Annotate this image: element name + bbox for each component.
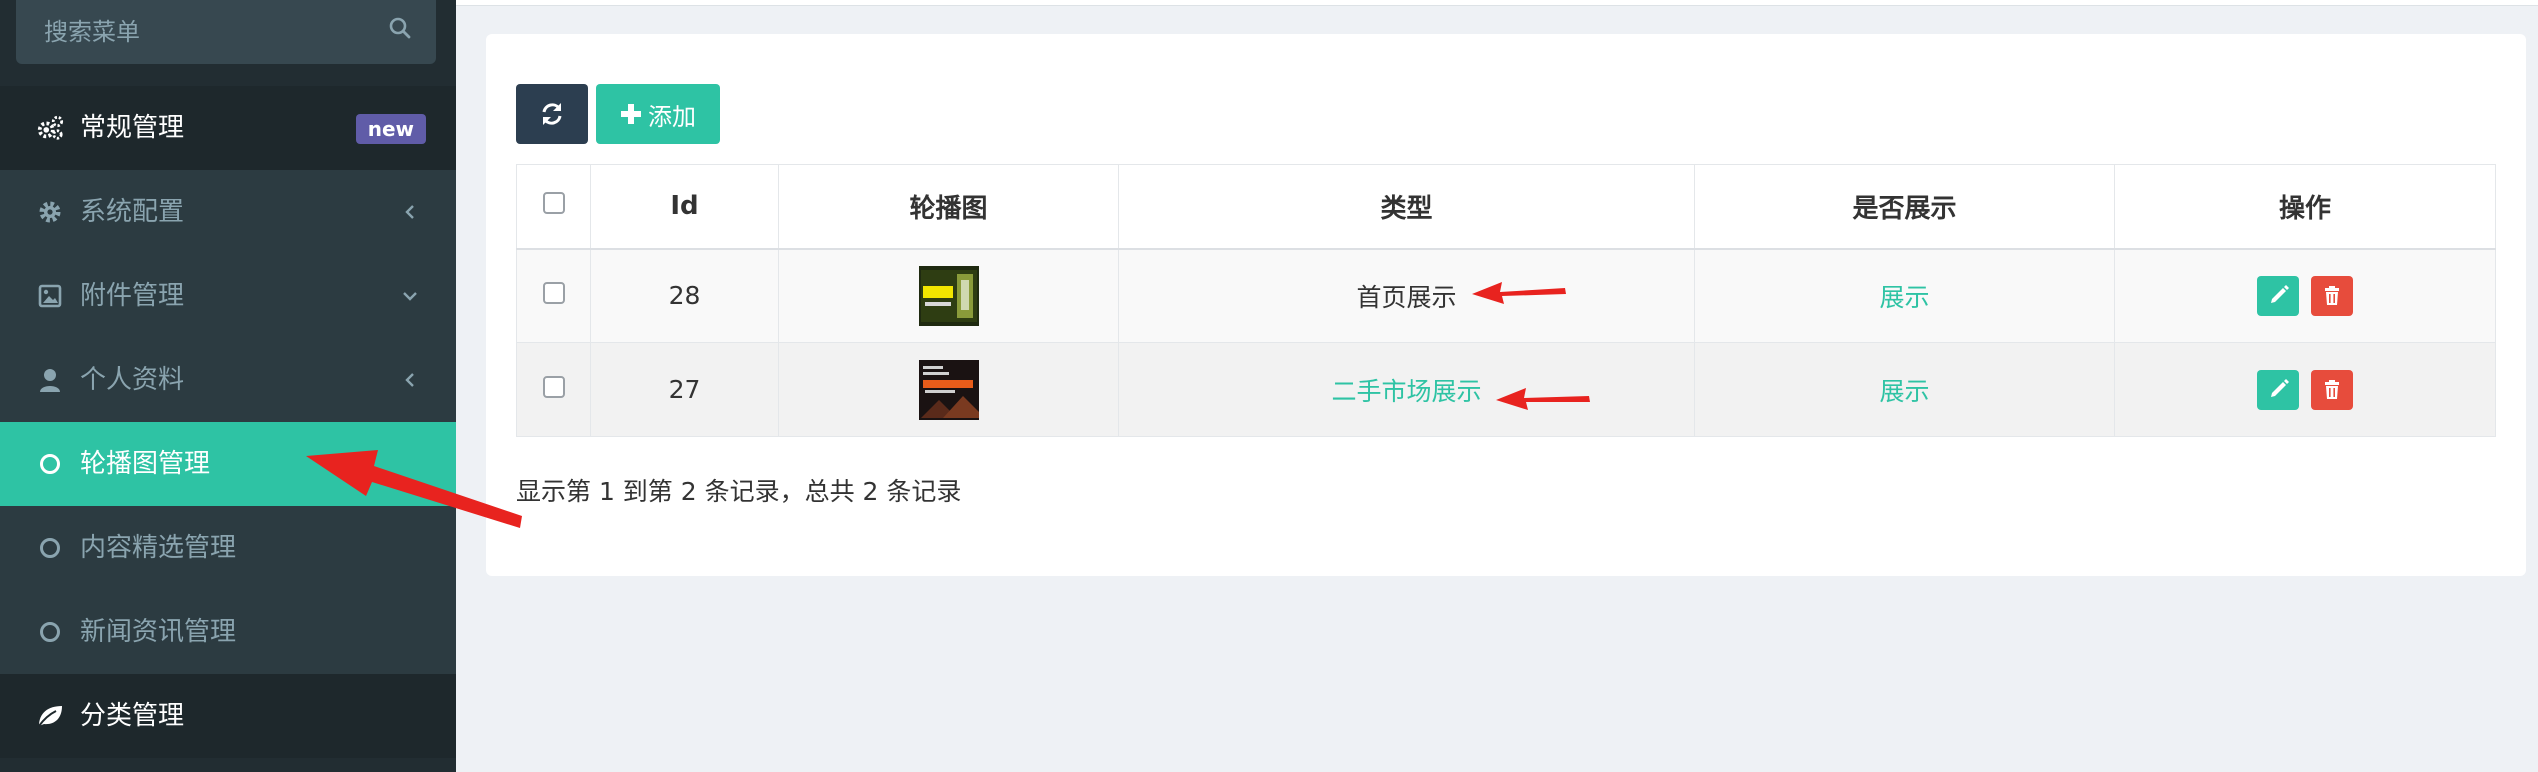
row-display-cell: 展示 [1694,342,2115,437]
row-id: 28 [590,248,779,343]
cogs-icon [36,114,64,142]
sidebar-item-label: 附件管理 [80,281,185,311]
sidebar-item-news[interactable]: 新闻资讯管理 [0,590,456,674]
search-icon[interactable] [388,16,412,40]
row-select-cell [516,248,591,343]
sidebar-item-label: 新闻资讯管理 [80,617,237,647]
row-image-cell [778,248,1119,343]
edit-button[interactable] [2257,369,2300,410]
new-badge: new [355,114,426,144]
pagination-summary: 显示第 1 到第 2 条记录，总共 2 条记录 [516,477,962,506]
chevron-left-icon [405,373,414,387]
add-button-label: 添加 [648,102,696,131]
pencil-icon [2271,284,2290,303]
delete-button[interactable] [2310,369,2353,410]
column-header-type: 类型 [1118,164,1695,250]
row-type-text: 二手市场展示 [1331,376,1482,406]
select-all-checkbox[interactable] [542,192,565,215]
plus-icon [621,104,641,124]
edit-button[interactable] [2257,275,2300,316]
column-header-display: 是否展示 [1694,164,2115,250]
sidebar: 常规管理 new 系统配置 附件管理 [0,0,456,772]
sidebar-item-system-config[interactable]: 系统配置 [0,170,456,254]
image-icon [36,282,64,310]
content-panel: 添加 Id 轮播图 类型 是否展示 操作 28 首页展示 展示 27 二手市场展… [486,34,2526,576]
table-header-row: Id 轮播图 类型 是否展示 操作 [516,164,2496,250]
row-actions-cell [2114,342,2496,437]
refresh-button[interactable] [516,84,588,144]
row-select-cell [516,342,591,437]
trash-icon [2324,379,2339,399]
leaf-icon [36,702,64,730]
row-type: 首页展示 [1118,248,1695,343]
menu-search-box [16,0,436,64]
menu-search-input[interactable] [16,0,436,64]
sidebar-item-label: 个人资料 [80,365,185,395]
trash-icon [2324,285,2339,305]
chevron-left-icon [405,205,414,219]
sidebar-item-label: 轮播图管理 [80,449,211,479]
pencil-icon [2271,378,2290,397]
circle-icon [36,534,64,562]
row-display-status[interactable]: 展示 [1879,377,1929,406]
sidebar-item-category[interactable]: 分类管理 [0,674,456,758]
row-type: 二手市场展示 [1118,342,1695,437]
sidebar-item-attachments[interactable]: 附件管理 [0,254,456,338]
row-actions-cell [2114,248,2496,343]
row-image-cell [778,342,1119,437]
sidebar-item-label: 分类管理 [80,701,185,731]
circle-icon [36,450,64,478]
row-display-cell: 展示 [1694,248,2115,343]
sidebar-item-featured[interactable]: 内容精选管理 [0,506,456,590]
row-type-text: 首页展示 [1356,282,1457,312]
column-header-id[interactable]: Id [590,164,779,250]
sidebar-item-profile[interactable]: 个人资料 [0,338,456,422]
banner-table: Id 轮播图 类型 是否展示 操作 28 首页展示 展示 27 二手市场展示 展… [516,164,2496,437]
add-button[interactable]: 添加 [596,84,720,144]
gear-icon [36,198,64,226]
select-all-cell [516,164,591,250]
row-checkbox[interactable] [542,282,565,305]
refresh-icon [542,103,562,125]
circle-icon [36,618,64,646]
table-row: 27 二手市场展示 展示 [516,342,2496,437]
sidebar-item-label: 系统配置 [80,197,185,227]
top-strip [456,0,2538,6]
table-row: 28 首页展示 展示 [516,248,2496,343]
row-display-status[interactable]: 展示 [1879,283,1929,312]
column-header-image: 轮播图 [778,164,1119,250]
delete-button[interactable] [2310,275,2353,316]
sidebar-item-banner[interactable]: 轮播图管理 [0,422,456,506]
column-header-actions: 操作 [2114,164,2496,250]
chevron-down-icon [403,292,417,301]
row-id: 27 [590,342,779,437]
banner-thumbnail[interactable] [918,265,979,326]
user-icon [36,366,64,394]
banner-thumbnail[interactable] [918,359,979,420]
row-checkbox[interactable] [542,376,565,398]
sidebar-item-label: 常规管理 [80,113,185,143]
sidebar-item-label: 内容精选管理 [80,533,237,563]
sidebar-item-general[interactable]: 常规管理 new [0,86,456,170]
